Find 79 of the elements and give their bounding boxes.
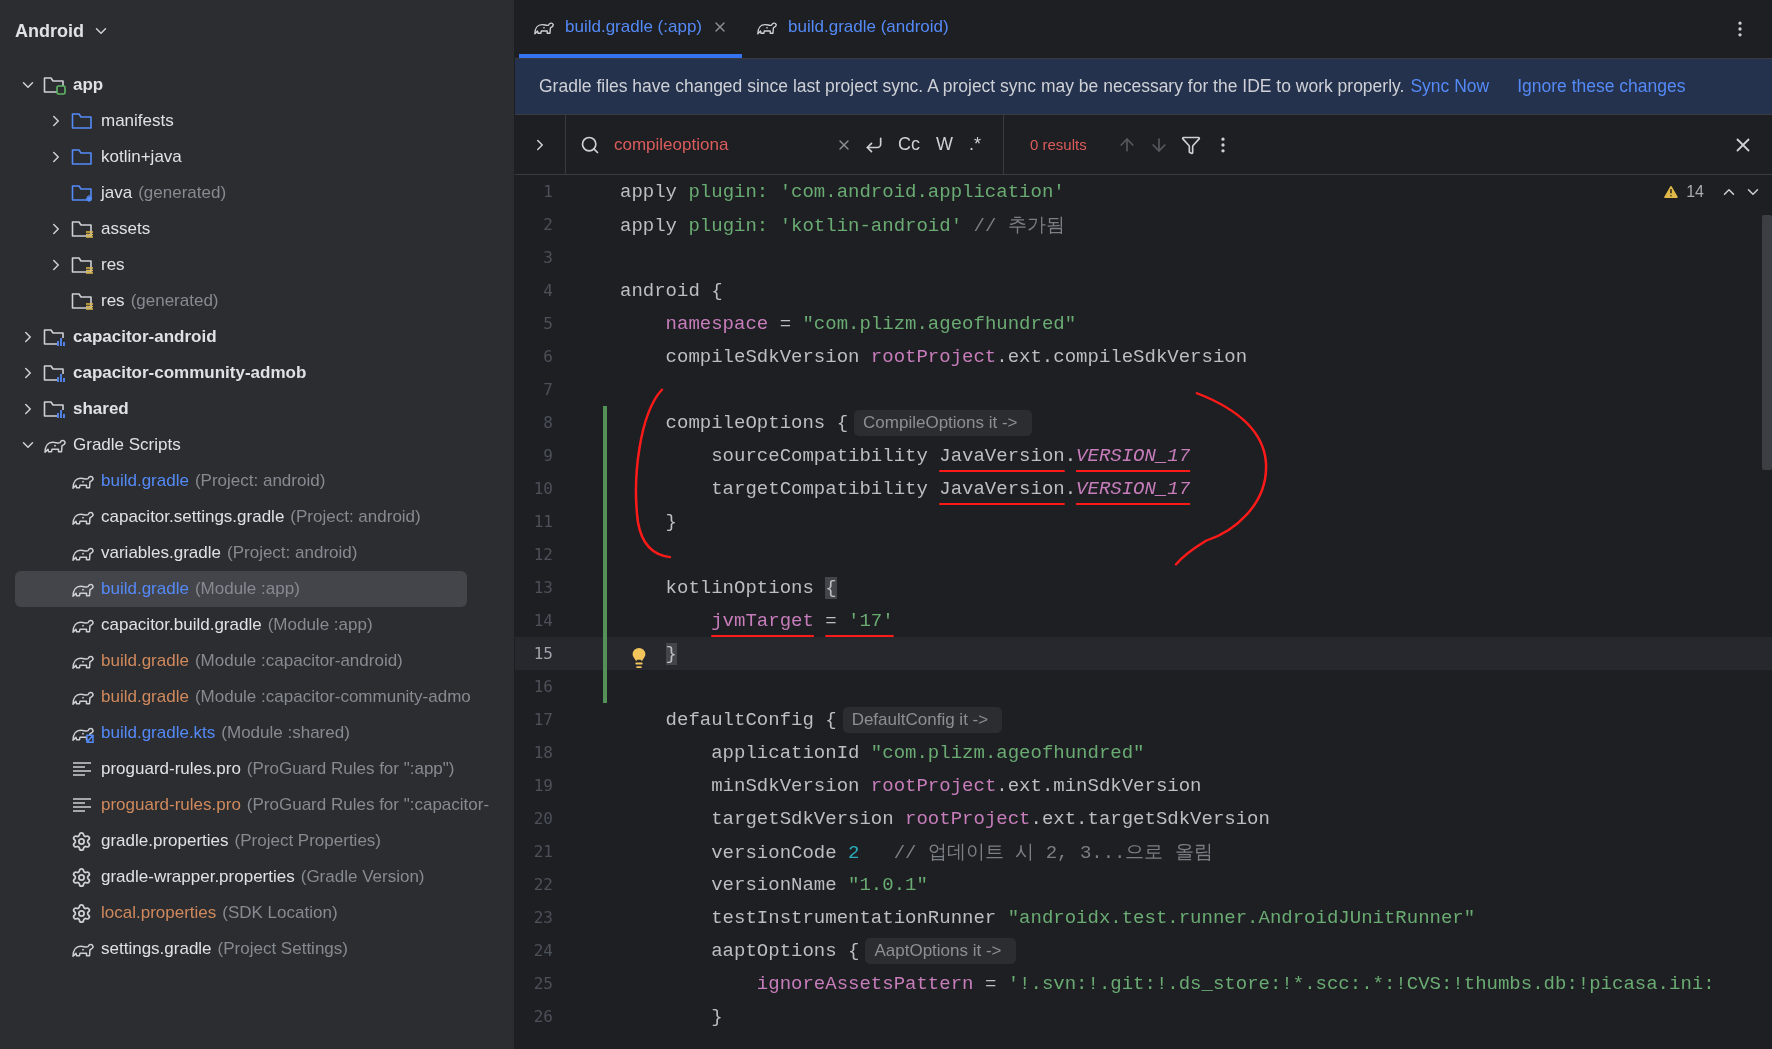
code-line: ignoreAssetsPattern = '!.svn:!.git:!.ds_store:!*.scc:.*:!CVS:!thumbs.db:!picasa.ini: xyxy=(755,972,1715,995)
tree-item[interactable]: local.properties (SDK Location) xyxy=(15,895,467,931)
tree-item[interactable]: res (generated) xyxy=(15,283,467,319)
inlay-hint: DefaultConfig it -> xyxy=(842,706,1003,733)
search-icon[interactable] xyxy=(580,134,600,155)
folder-icon xyxy=(43,363,67,383)
code-line: versionName "1.0.1" xyxy=(710,873,928,896)
tree-item[interactable]: gradle-wrapper.properties (Gradle Version) xyxy=(15,859,467,895)
folder-icon xyxy=(71,255,95,275)
code-line: sourceCompatibility JavaVersion.VERSION_17 xyxy=(710,444,1191,467)
inlay-hint: AaptOptions it -> xyxy=(865,937,1016,964)
settings-icon xyxy=(71,866,92,888)
code-line: kotlinOptions { xyxy=(664,576,837,599)
tree-item[interactable]: assets xyxy=(15,211,467,247)
warning-icon[interactable] xyxy=(1662,183,1681,201)
line-number: 15 xyxy=(532,644,553,663)
project-view-title[interactable]: Android xyxy=(15,20,84,42)
code-line: android { xyxy=(620,279,723,302)
search-option-toggle[interactable]: .* xyxy=(961,134,989,155)
search-results-count: 0 results xyxy=(1030,136,1087,153)
tree-item[interactable]: kotlin+java xyxy=(15,139,467,175)
text-file-icon xyxy=(71,796,93,814)
tree-item[interactable]: build.gradle (Project: android) xyxy=(15,463,467,499)
settings-icon xyxy=(71,902,92,924)
search-option-toggle[interactable]: Cc xyxy=(890,134,928,155)
tree-item[interactable]: Gradle Scripts xyxy=(15,427,439,463)
folder-icon xyxy=(71,219,95,239)
sync-message: Gradle files have changed since last project sync. A project sync may be necessary for the IDE to work properly. xyxy=(539,76,1405,97)
tree-item[interactable]: capacitor.build.gradle (Module :app) xyxy=(15,607,467,643)
folder-icon xyxy=(43,327,67,347)
folder-icon xyxy=(43,399,67,419)
code-line: apply plugin: 'com.android.application' xyxy=(620,180,1065,203)
tree-item[interactable]: capacitor-community-admob xyxy=(15,355,439,391)
tree-item[interactable]: capacitor.settings.gradle (Project: android) xyxy=(15,499,467,535)
folder-icon xyxy=(71,111,95,131)
banner-link[interactable]: Ignore these changes xyxy=(1517,76,1686,97)
code-line: targetCompatibility JavaVersion.VERSION_17 xyxy=(710,477,1191,500)
tree-item[interactable]: build.gradle (Module :capacitor-community-admo xyxy=(15,679,471,715)
editor-tab[interactable]: build.gradle (android) xyxy=(742,0,963,58)
folder-icon xyxy=(71,183,95,203)
code-line: defaultConfig { xyxy=(664,708,837,731)
folder-icon xyxy=(71,147,95,167)
code-line: minSdkVersion rootProject.ext.minSdkVersion xyxy=(710,774,1202,797)
settings-icon xyxy=(71,830,92,852)
code-line: aaptOptions { xyxy=(710,939,860,962)
code-line: apply plugin: 'kotlin-android' // 추가됨 xyxy=(620,213,1065,238)
search-field[interactable]: compileoptiona xyxy=(612,133,816,156)
tree-item[interactable]: java (generated) xyxy=(15,175,467,211)
banner-link[interactable]: Sync Now xyxy=(1410,76,1490,97)
code-line: compileSdkVersion rootProject.ext.compileSdkVersion xyxy=(664,345,1248,368)
tree-item[interactable]: variables.gradle (Project: android) xyxy=(15,535,467,571)
tree-item[interactable]: gradle.properties (Project Properties) xyxy=(15,823,467,859)
folder-icon xyxy=(71,291,95,311)
text-file-icon xyxy=(71,760,93,778)
folder-icon xyxy=(43,75,67,95)
filter-icon[interactable] xyxy=(1180,134,1201,155)
tree-item[interactable]: app xyxy=(15,67,439,103)
tree-item[interactable]: capacitor-android xyxy=(15,319,439,355)
tree-item[interactable]: build.gradle (Module :capacitor-android) xyxy=(15,643,467,679)
tree-item[interactable]: settings.gradle (Project Settings) xyxy=(15,931,467,967)
tree-item[interactable]: proguard-rules.pro (ProGuard Rules for ":app") xyxy=(15,751,467,787)
code-line: applicationId "com.plizm.ageofhundred" xyxy=(710,741,1145,764)
tree-item[interactable]: proguard-rules.pro (ProGuard Rules for ":capacitor- xyxy=(15,787,490,823)
tree-item[interactable]: manifests xyxy=(15,103,467,139)
code-line: namespace = "com.plizm.ageofhundred" xyxy=(664,312,1077,335)
code-line: compileOptions { xyxy=(664,411,849,434)
scrollbar-thumb[interactable] xyxy=(1762,215,1772,470)
code-line: targetSdkVersion rootProject.ext.targetSdkVersion xyxy=(710,807,1270,830)
code-line: versionCode 2 // 업데이트 시 2, 3...으로 올림 xyxy=(710,840,1213,865)
tree-item[interactable]: build.gradle.kts (Module :shared) xyxy=(15,715,467,751)
inlay-hint: CompileOptions it -> xyxy=(854,409,1032,436)
code-line: jvmTarget = '17' xyxy=(710,609,894,632)
code-line: } xyxy=(710,1005,723,1028)
tree-item[interactable]: res xyxy=(15,247,467,283)
warning-count[interactable]: 14 xyxy=(1686,183,1704,201)
search-option-toggle[interactable]: W xyxy=(928,134,961,155)
code-line: testInstrumentationRunner "androidx.test.runner.AndroidJUnitRunner" xyxy=(710,906,1476,929)
code-line: } xyxy=(664,510,677,533)
tree-item[interactable]: shared xyxy=(15,391,439,427)
